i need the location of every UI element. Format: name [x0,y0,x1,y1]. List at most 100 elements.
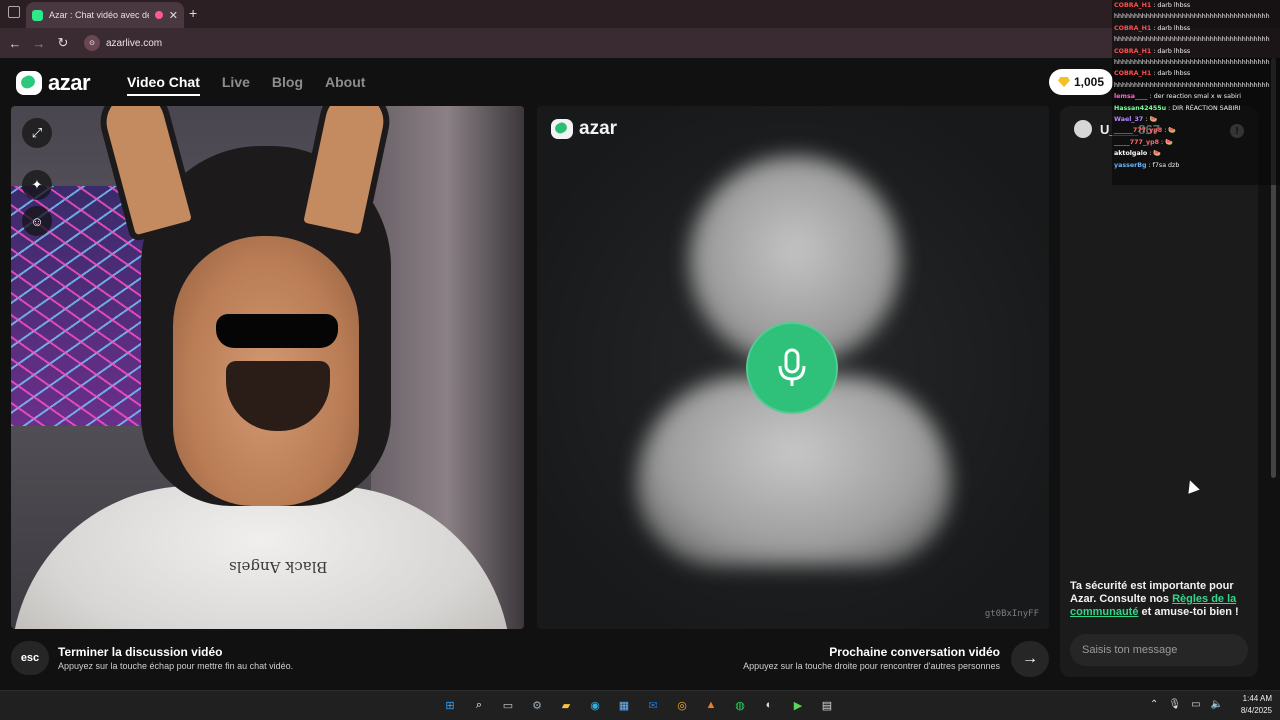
stream-chat-line: aktolgalo : 🍉 [1112,148,1280,159]
stream-chat-user: COBRA_H1 [1114,2,1152,9]
azar-logo-icon [16,71,42,95]
nav-video-chat[interactable]: Video Chat [127,74,200,96]
system-clock[interactable]: 1:44 AM 8/4/2025 [1232,693,1272,717]
task-view-icon[interactable]: ▭ [498,695,518,715]
app-icon-orange[interactable]: ▲ [701,695,721,715]
monitor-tray-icon[interactable]: ▭ [1191,699,1200,710]
stream-chat-text: hhhhhhhhhhhhhhhhhhhhhhhhhhhhhhhhhhhhhhh [1114,36,1270,44]
nav-live[interactable]: Live [222,74,250,96]
recording-indicator-icon [154,11,163,19]
nav-blog[interactable]: Blog [272,74,303,96]
sticker-icon[interactable]: ☺ [22,206,52,236]
stream-chat-text: hhhhhhhhhhhhhhhhhhhhhhhhhhhhhhhhhhhhhhh [1114,81,1270,89]
url-text: azarlive.com [106,37,163,49]
stream-chat-user: COBRA_H1 [1114,47,1152,55]
gem-balance-button[interactable]: 1,005 [1049,69,1113,95]
spotify-icon[interactable]: ◍ [730,695,750,715]
safety-notice: Ta sécurité est importante pour Azar. Co… [1070,580,1250,619]
stream-chat-line: COBRA_H1 : darb lhbss [1112,0,1280,11]
stream-chat-user: _____777_yp8 [1114,138,1160,146]
window-icon[interactable]: ▤ [817,695,837,715]
azar-logo[interactable]: azar [16,70,91,96]
clock-time: 1:44 AM [1242,694,1272,703]
clock-date: 8/4/2025 [1240,706,1272,715]
stream-chat-user: COBRA_H1 [1114,70,1152,78]
windows-taskbar: ⊞ ⌕ ▭ ⚙ ▰ ◉ ▦ ✉ ◎ ▲ ◍ ◐ ▶ ▤ ⌃ 🎙 ▭ 🔈 1:44 AM 8/4/2025 [0,690,1280,720]
stream-chat-user: Hassan42455u [1114,104,1167,112]
app-icon-green[interactable]: ▶ [788,695,808,715]
partner-video: azar gt0BxInyFF [537,106,1049,629]
store-icon[interactable]: ▦ [614,695,634,715]
stream-chat-line: hhhhhhhhhhhhhhhhhhhhhhhhhhhhhhhhhhhhhhh [1112,80,1280,91]
microphone-tray-icon[interactable]: 🎙 [1168,699,1181,710]
sunglasses [216,314,338,348]
bottom-action-bar: esc Terminer la discussion vidéo Appuyez… [0,632,1060,688]
stream-chat-line: ______777_yp8 : 🍉 [1112,125,1280,136]
esc-key-button[interactable]: esc [11,641,49,675]
stream-chat-user: lemsa____ [1114,93,1148,101]
main-nav: Video Chat Live Blog About [127,74,387,96]
settings-icon[interactable]: ⚙ [527,695,547,715]
back-button[interactable]: ← [3,31,27,55]
site-info-icon[interactable]: ⊙ [84,35,100,51]
user-avatar-icon [1074,120,1092,138]
partner-video-logo: azar [551,118,617,140]
stream-chat-line: Hassan42455u : DIR RÉACTION SABIRI [1112,103,1280,114]
search-icon[interactable]: ⌕ [469,695,489,715]
stream-chat-user: aktolgalo [1114,150,1148,158]
stream-chat-user: Wael_37 [1114,116,1144,124]
mic-button[interactable] [746,322,838,414]
tray-expand-icon[interactable]: ⌃ [1150,699,1158,710]
url-field[interactable]: ⊙ azarlive.com [80,32,1180,54]
stream-chat-line: hhhhhhhhhhhhhhhhhhhhhhhhhhhhhhhhhhhhhhh [1112,11,1280,22]
forward-button[interactable]: → [27,31,51,55]
address-bar-row: ← → ↻ ⊙ azarlive.com [0,28,1280,58]
outlook-icon[interactable]: ✉ [643,695,663,715]
browser-tab-bar: Azar : Chat vidéo avec de n ✕ + [0,0,1280,28]
stream-chat-line: COBRA_H1 : darb lhbss [1112,23,1280,34]
stream-chat-text: : 🍉 [1149,150,1162,158]
stream-chat-text: : darb lhbss [1153,70,1191,78]
stream-chat-user: ______777_yp8 [1114,127,1163,135]
message-input[interactable] [1070,634,1248,666]
new-tab-button[interactable]: + [189,5,197,21]
chat-panel: U____867 ! Ta sécurité est importante po… [1060,106,1258,677]
stream-chat-text: : der reaction smal x w sabiri [1149,93,1242,101]
system-tray: ⌃ 🎙 ▭ 🔈 [1150,699,1223,710]
my-camera-video: Black Angels [11,106,524,629]
tab-title: Azar : Chat vidéo avec de n [49,10,149,20]
stream-chat-text: : darb lhbss [1153,24,1191,32]
azar-logo-icon [551,119,573,139]
edge-icon[interactable]: ◉ [585,695,605,715]
costume-ear-right [296,106,396,242]
stream-chat-text: : 🍉 [1145,116,1158,124]
stream-chat-text: : f7sa dzb [1148,161,1180,169]
volume-tray-icon[interactable]: 🔈 [1211,699,1223,710]
next-chat-button[interactable]: → [1011,641,1049,677]
stream-chat-text: : darb lhbss [1153,2,1191,9]
tab-actions-icon[interactable] [8,6,20,18]
windows-start-icon[interactable]: ⊞ [440,695,460,715]
costume-ears [92,106,411,243]
chrome-icon[interactable]: ◎ [672,695,692,715]
stream-chat-line: hhhhhhhhhhhhhhhhhhhhhhhhhhhhhhhhhhhhhhh [1112,57,1280,68]
expand-icon[interactable]: ⤢ [22,118,52,148]
stream-chat-text: : darb lhbss [1153,47,1191,55]
safety-text-end: et amuse-toi bien ! [1138,606,1239,618]
gem-icon [1057,77,1070,87]
reload-button[interactable]: ↻ [51,31,75,55]
partner-logo-text: azar [579,118,618,139]
stream-chat-line: _____777_yp8 : 🍉 [1112,137,1280,148]
file-explorer-icon[interactable]: ▰ [556,695,576,715]
obs-icon[interactable]: ◐ [759,695,779,715]
stream-chat-line: hhhhhhhhhhhhhhhhhhhhhhhhhhhhhhhhhhhhhhh [1112,34,1280,45]
tab-close-icon[interactable]: ✕ [169,9,178,22]
video-tools: ⤢ ✦ ☺ [22,118,52,236]
end-chat-title: Terminer la discussion vidéo [58,645,223,659]
session-code: gt0BxInyFF [984,609,1039,619]
stream-chat-line: COBRA_H1 : darb lhbss [1112,68,1280,79]
stream-chat-line: Wael_37 : 🍉 [1112,114,1280,125]
effects-icon[interactable]: ✦ [22,170,52,200]
nav-about[interactable]: About [325,74,365,96]
browser-tab[interactable]: Azar : Chat vidéo avec de n ✕ [26,2,184,28]
